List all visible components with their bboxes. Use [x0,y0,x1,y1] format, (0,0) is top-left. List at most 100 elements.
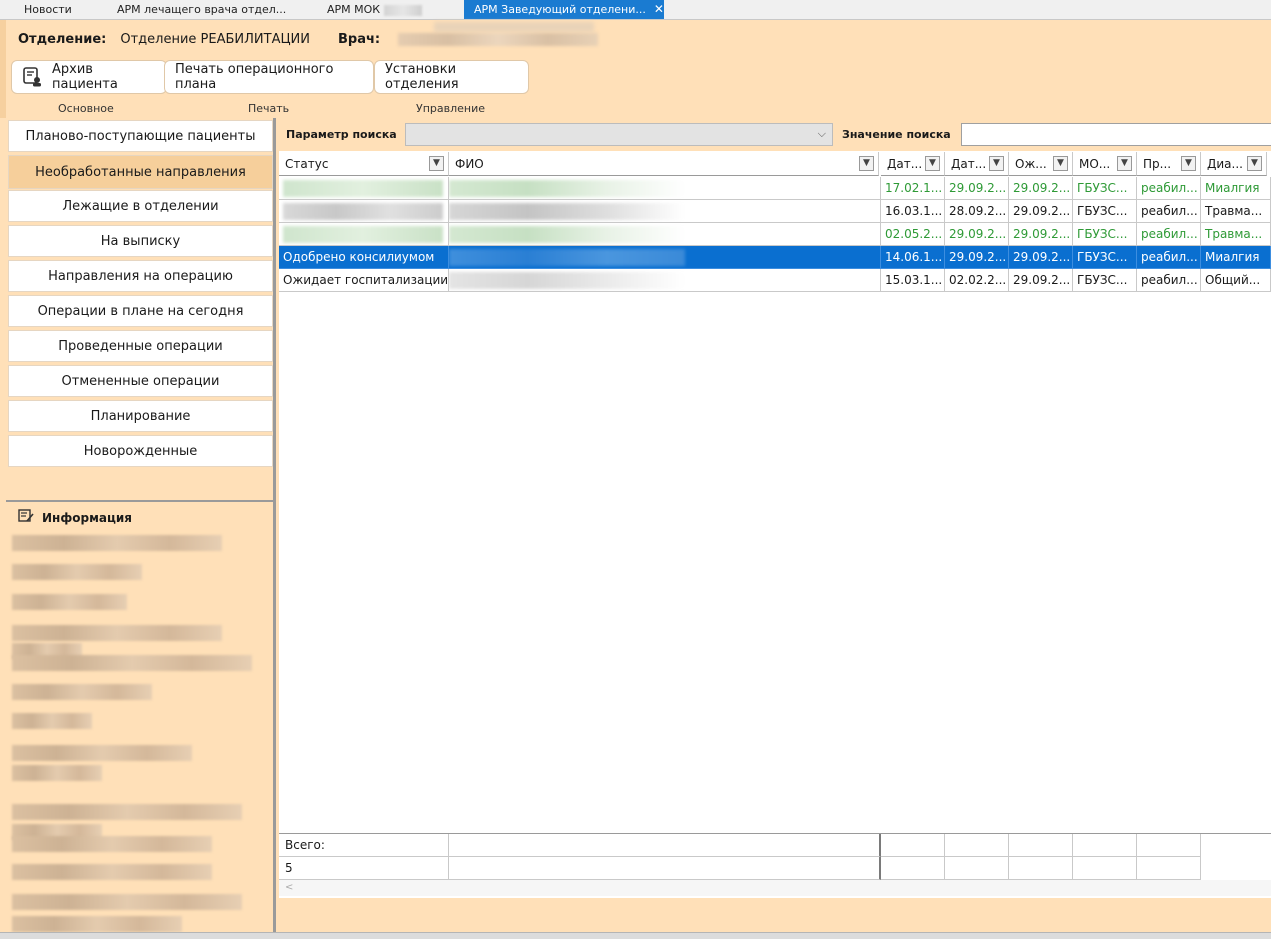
scroll-left-arrow[interactable]: < [285,882,293,893]
cell-date1: 02.05.2... [881,223,945,246]
nav-label: Проведенные операции [58,339,223,354]
column-header-wait[interactable]: Ож... ▼ [1009,152,1073,176]
redacted-text [449,272,685,289]
dropdown-arrow-icon[interactable]: ▼ [859,156,874,171]
footer-empty [1073,857,1137,880]
group-main-label: Основное [58,102,114,115]
dropdown-arrow-icon[interactable]: ▼ [1117,156,1132,171]
dropdown-arrow-icon[interactable]: ▼ [1181,156,1196,171]
cell-diagnosis: Миалгия [1201,246,1271,269]
search-bar: Параметр поиска ⌵ Значение поиска [279,118,1271,151]
cell-profile: реабил... [1137,223,1201,246]
search-value-input[interactable] [961,123,1271,146]
info-panel: Информация [6,500,276,932]
dropdown-arrow-icon[interactable]: ▼ [925,156,940,171]
chevron-down-icon[interactable]: ⌵ [818,127,826,141]
column-header-fio[interactable]: ФИО ▼ [449,152,879,176]
nav-label: Необработанные направления [35,165,246,180]
print-plan-button[interactable]: Печать операционного плана [164,60,374,94]
footer-empty [1073,834,1137,857]
column-header-profile[interactable]: Пр... ▼ [1137,152,1201,176]
redacted-text [12,625,222,641]
cell-date1: 16.03.1... [881,200,945,223]
cell-diagnosis: Миалгия [1201,177,1271,200]
redacted-text [449,226,685,243]
table-row[interactable]: 17.02.1... 29.09.2... 29.09.2... ГБУЗС..… [279,177,1271,200]
cell-date1: 14.06.1... [881,246,945,269]
cell-profile: реабил... [1137,177,1201,200]
search-param-select[interactable]: ⌵ [405,123,833,146]
cell-diagnosis: Общий... [1201,269,1271,292]
header-label: Статус [285,157,329,171]
cell-mo: ГБУЗС... [1073,177,1137,200]
nav-label: Лежащие в отделении [62,199,219,214]
cell-fio [449,200,881,223]
cell-fio [449,177,881,200]
dropdown-arrow-icon[interactable]: ▼ [1247,156,1262,171]
column-header-diagnosis[interactable]: Диа... ▼ [1201,152,1267,176]
horizontal-scrollbar[interactable]: < [279,880,1271,896]
tab-arm-attending[interactable]: АРМ лечащего врача отдел... [93,0,299,19]
patient-archive-icon [22,67,42,87]
cell-profile: реабил... [1137,200,1201,223]
nav-unprocessed-referrals[interactable]: Необработанные направления [8,155,273,189]
nav-today-operations[interactable]: Операции в плане на сегодня [8,295,273,327]
cell-date2: 29.09.2... [945,177,1009,200]
column-header-date2[interactable]: Дат... ▼ [945,152,1009,176]
footer-empty [881,834,945,857]
header-label: Дат... [887,157,923,171]
footer-empty [1009,857,1073,880]
footer-empty [1009,834,1073,857]
cell-mo: ГБУЗС... [1073,223,1137,246]
cell-fio [449,246,881,269]
cell-fio [449,223,881,246]
nav-planned-patients[interactable]: Планово-поступающие пациенты [8,120,273,152]
cell-mo: ГБУЗС... [1073,269,1137,292]
cell-profile: реабил... [1137,269,1201,292]
dept-settings-button[interactable]: Установки отделения [374,60,529,94]
cell-wait: 29.09.2... [1009,269,1073,292]
nav-label: Отмененные операции [61,374,220,389]
redacted-text [283,203,443,220]
nav-completed-operations[interactable]: Проведенные операции [8,330,273,362]
header-label: Диа... [1207,157,1243,171]
cell-date1: 17.02.1... [881,177,945,200]
nav-cancelled-operations[interactable]: Отмененные операции [8,365,273,397]
group-manage-label: Управление [416,102,486,115]
dropdown-arrow-icon[interactable]: ▼ [1053,156,1068,171]
header-label: Дат... [951,157,987,171]
cell-wait: 29.09.2... [1009,200,1073,223]
cell-fio [449,269,881,292]
tab-arm-mok[interactable]: АРМ МОК [299,0,464,19]
column-header-status[interactable]: Статус ▼ [279,152,449,176]
table-row[interactable]: 02.05.2... 29.09.2... 29.09.2... ГБУЗС..… [279,223,1271,246]
dropdown-arrow-icon[interactable]: ▼ [429,156,444,171]
close-icon[interactable]: ✕ [654,0,664,19]
nav-label: Операции в плане на сегодня [37,304,244,319]
tab-label: АРМ лечащего врача отдел... [117,3,287,16]
table-row[interactable]: Ожидает госпитализации 15.03.1... 02.02.… [279,269,1271,292]
nav-discharge[interactable]: На выписку [8,225,273,257]
nav-newborns[interactable]: Новорожденные [8,435,273,467]
nav-surgery-referrals[interactable]: Направления на операцию [8,260,273,292]
table-row-selected[interactable]: Одобрено консилиумом 14.06.1... 29.09.2.… [279,246,1271,269]
cell-mo: ГБУЗС... [1073,246,1137,269]
redacted-text [12,713,92,729]
redacted-text [449,180,685,197]
dropdown-arrow-icon[interactable]: ▼ [989,156,1004,171]
nav-inpatients[interactable]: Лежащие в отделении [8,190,273,222]
column-header-mo[interactable]: МО... ▼ [1073,152,1137,176]
footer-total-value: 5 [279,857,449,880]
status-bar [0,932,1271,939]
info-icon [18,509,34,526]
redacted-text [12,804,242,820]
nav-planning[interactable]: Планирование [8,400,273,432]
column-header-date1[interactable]: Дат... ▼ [881,152,945,176]
redacted-text [12,535,222,551]
footer-empty [945,857,1009,880]
tab-news[interactable]: Новости [0,0,93,19]
tab-arm-head[interactable]: АРМ Заведующий отделени... ✕ [464,0,664,19]
table-row[interactable]: 16.03.1... 28.09.2... 29.09.2... ГБУЗС..… [279,200,1271,223]
archive-patient-button[interactable]: Архив пациента [11,60,167,94]
left-navigation: Планово-поступающие пациенты Необработан… [6,118,276,500]
